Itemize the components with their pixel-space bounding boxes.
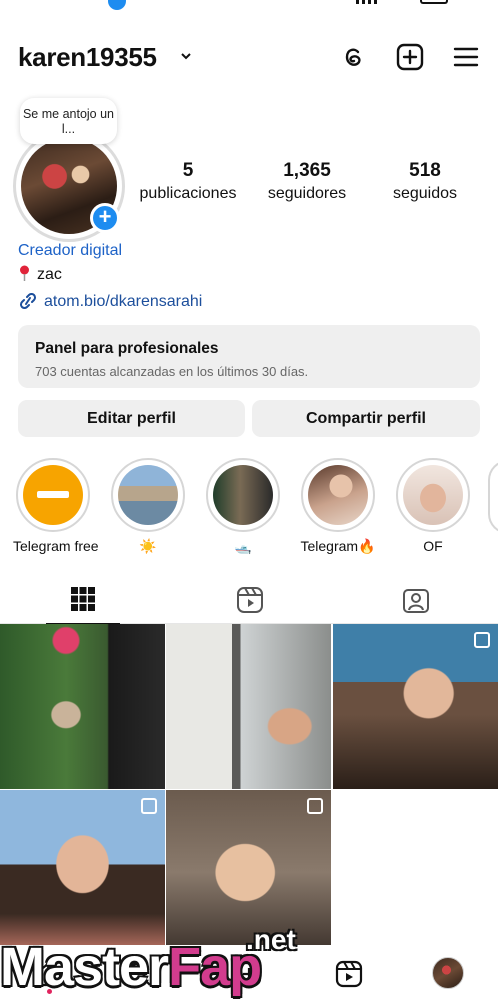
reels-icon [237,587,263,613]
highlight-item[interactable]: Telegram free [13,458,99,554]
pin-icon [20,265,29,281]
highlight-label: Telegram🔥 [300,538,376,554]
multiple-photos-icon [141,798,157,814]
threads-icon[interactable] [338,42,368,72]
chevron-down-icon[interactable] [180,50,192,62]
stat-followers-label: seguidores [267,185,347,202]
highlight-cover [118,465,178,525]
profile-category[interactable]: Creador digital [18,242,122,260]
link-text: atom.bio/dkarensarahi [44,293,203,310]
tab-tagged[interactable] [332,576,498,624]
tab-reels[interactable] [166,576,332,624]
highlight-label: ☀️ [139,538,157,554]
battery-icon [420,0,448,4]
highlight-ring [396,458,470,532]
dashboard-subtitle: 703 cuentas alcanzadas en los últimos 30… [35,364,309,379]
dashboard-title: Panel para profesionales [35,340,219,357]
add-story-icon[interactable]: + [90,203,120,233]
create-post-icon[interactable] [395,42,425,72]
stat-followers[interactable]: 1,365 seguidores [262,160,352,203]
profile-bio: zac [18,263,62,284]
edit-profile-button[interactable]: Editar perfil [18,400,245,437]
profile-avatar-nav[interactable] [432,957,464,989]
signal-icon [356,0,380,4]
highlight-ring [16,458,90,532]
post-thumbnail[interactable] [333,624,498,789]
stat-following-label: seguidos [392,185,458,202]
tagged-icon [403,589,429,613]
post-thumbnail[interactable] [0,624,165,789]
status-bar [0,0,498,10]
highlight-cover [213,465,273,525]
highlight-cover [23,465,83,525]
watermark-logo: MasterFap .net [0,924,310,1000]
username[interactable]: karen19355 [18,42,157,73]
stat-following[interactable]: 518 seguidos [386,160,464,203]
highlight-ring [111,458,185,532]
highlight-label: Telegram free [13,538,99,554]
profile-link[interactable]: atom.bio/dkarensarahi [18,290,202,311]
professional-dashboard[interactable]: Panel para profesionales 703 cuentas alc… [18,325,480,388]
highlight-item[interactable]: Telegram🔥 [298,458,378,555]
note-bubble[interactable]: Se me antojo un l... [20,98,117,144]
watermark-suffix: .net [246,924,296,955]
share-profile-button[interactable]: Compartir perfil [252,400,480,437]
highlight-item[interactable]: 🛥️ [203,458,283,555]
stat-following-value: 518 [409,160,441,181]
highlight-ring [301,458,375,532]
stat-posts-value: 5 [182,160,194,181]
highlight-item-partial[interactable] [488,460,498,534]
watermark-text: MasterFap [0,937,262,997]
multiple-photos-icon [307,798,323,814]
bio-text: zac [37,266,62,283]
highlight-cover [403,465,463,525]
status-indicator-icon [108,0,126,10]
posts-grid [0,624,498,955]
link-icon [19,293,37,309]
highlight-ring [206,458,280,532]
menu-icon[interactable] [451,42,481,72]
highlight-item[interactable]: ☀️ [108,458,188,555]
profile-tabs [0,576,498,625]
highlight-label: 🛥️ [234,538,252,554]
post-thumbnail[interactable] [166,624,331,789]
stat-followers-value: 1,365 [283,160,331,181]
profile-header: karen19355 [0,38,498,78]
reels-icon[interactable] [334,959,364,989]
highlight-label: OF [423,538,443,554]
grid-icon [71,587,95,611]
multiple-photos-icon [474,632,490,648]
tab-posts-grid[interactable] [0,576,166,625]
stat-posts-label: publicaciones [139,185,237,202]
stat-posts[interactable]: 5 publicaciones [137,160,239,203]
highlight-cover [308,465,368,525]
highlight-item[interactable]: OF [393,458,473,554]
